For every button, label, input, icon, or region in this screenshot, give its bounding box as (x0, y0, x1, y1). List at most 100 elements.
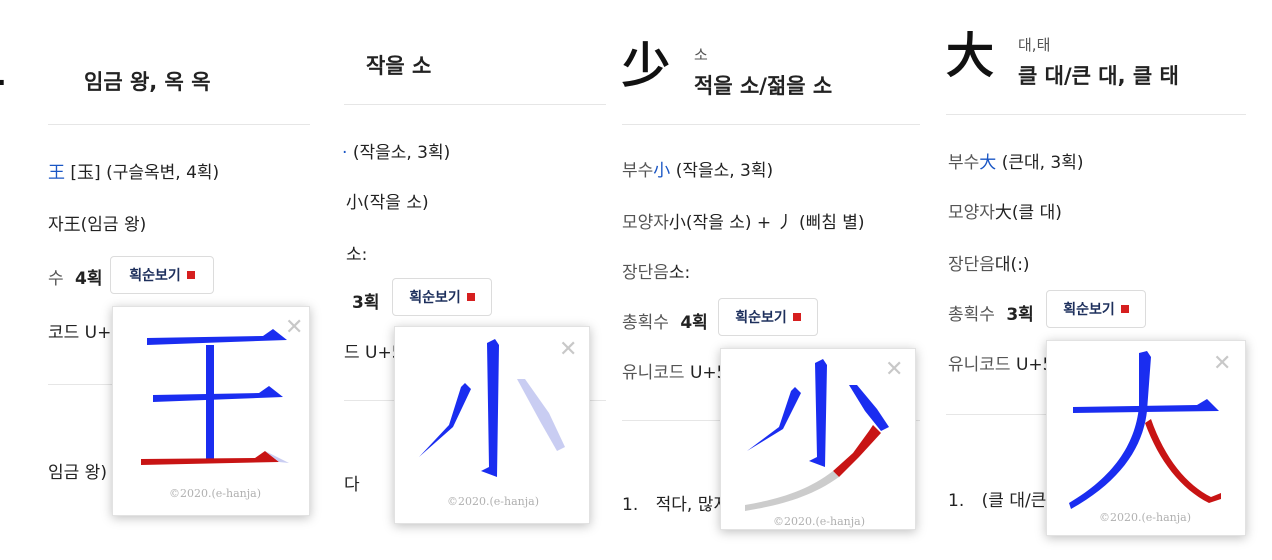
stroke-order-popup: ✕ ©2020.(e-hanja) (720, 348, 916, 530)
hanja-glyph: 大 (946, 28, 995, 84)
red-square-icon (1120, 305, 1129, 313)
hanja-title: 임금 왕, 옥 옥 (84, 70, 211, 94)
stroke-order-popup: ✕ ©2020.(e-hanja) (112, 306, 310, 516)
hanja-glyph-cut: - (0, 58, 6, 102)
radical-info: (작을소, 3획) (352, 143, 451, 163)
panel-wang: - 임금 왕, 옥 옥 王 [玉] (구슬옥변, 4획) 자王(임금 왕) 수 … (0, 0, 330, 560)
stroke-order-popup: ✕ ©2020.(e-hanja) (394, 326, 590, 524)
divider (344, 104, 606, 105)
red-square-icon (186, 271, 195, 279)
stroke-animation (141, 329, 289, 465)
radical-info: (큰대, 3획) (1001, 153, 1084, 173)
stroke-4 (833, 425, 881, 477)
hanja-title: 클 대/큰 대, 클 태 (1018, 64, 1179, 88)
long-short-row: 장단음소: (622, 258, 690, 283)
strokes-value: 3획 (352, 293, 380, 313)
strokes-value: 3획 (1006, 305, 1034, 325)
meaning-row: 다 (344, 475, 360, 495)
divider (48, 124, 310, 125)
stroke-3 (206, 345, 214, 461)
strokes-value: 4획 (680, 313, 708, 333)
strokes-row: 총획수 3획 (948, 300, 1034, 325)
divider (946, 114, 1246, 115)
unicode-label: 유니코드 (948, 355, 1011, 375)
long-short-value: 대(:) (994, 255, 1030, 275)
radical-row: 부수小 (작을소, 3획) (622, 156, 773, 181)
shape-value: 小(작을 소) + 丿 (삐침 별) (668, 213, 865, 233)
panel-so-small: 작을 소 · (작을소, 3획) 小(작을 소) 소: 3획 획순보기 드 U+… (330, 0, 610, 560)
copyright: ©2020.(e-hanja) (447, 495, 539, 508)
long-short-row: 소: (346, 245, 368, 265)
meaning-text: (클 대/큰 (981, 491, 1047, 511)
unicode-row: 유니코드 U+5 (948, 350, 1053, 375)
stroke-2 (747, 387, 801, 451)
close-icon[interactable]: ✕ (559, 339, 577, 361)
copyright: ©2020.(e-hanja) (773, 515, 865, 528)
panel-dae: 大 대,태 클 대/큰 대, 클 태 부수大 (큰대, 3획) 모양자大(클 대… (932, 0, 1272, 560)
stroke-order-button[interactable]: 획순보기 (718, 298, 818, 336)
meaning-row: 1. 적다, 많지 (622, 490, 729, 515)
stroke-order-button[interactable]: 획순보기 (392, 278, 492, 316)
hanja-glyph: 少 (622, 38, 671, 94)
radical-label: 부수 (948, 153, 980, 173)
strokes-label: 총획수 (622, 313, 669, 333)
shape-row: 자王(임금 왕) (48, 215, 147, 235)
unicode-row: 유니코드 U+5 (622, 358, 727, 383)
stroke-order-label: 획순보기 (409, 290, 461, 306)
shape-row: 小(작을 소) (346, 193, 429, 213)
stroke-order-label: 획순보기 (735, 310, 787, 326)
meaning-text: 적다, 많지 (655, 495, 730, 515)
shape-value: 大(클 대) (994, 203, 1062, 223)
stroke-1 (481, 339, 499, 477)
stroke-order-button[interactable]: 획순보기 (110, 256, 214, 294)
stroke-1 (809, 359, 827, 467)
strokes-row: 총획수 4획 (622, 308, 708, 333)
shape-row: 모양자小(작을 소) + 丿 (삐침 별) (622, 208, 865, 233)
radical-row: 부수大 (큰대, 3획) (948, 148, 1084, 173)
unicode-label: 유니코드 (622, 363, 685, 383)
stroke-order-popup: ✕ ©2020.(e-hanja) (1046, 340, 1246, 536)
radical-link-cut[interactable]: · (342, 143, 347, 163)
hanja-title: 작을 소 (366, 54, 432, 78)
stroke-guide (745, 471, 839, 511)
meaning-number: 1. (948, 491, 965, 511)
close-icon[interactable]: ✕ (285, 317, 303, 339)
long-short-row: 장단음대(:) (948, 250, 1030, 275)
reading: 대,태 (1018, 36, 1051, 54)
meaning-row: 1. (클 대/큰 (948, 486, 1046, 511)
red-square-icon (466, 293, 475, 301)
stroke-3 (849, 385, 889, 431)
close-icon[interactable]: ✕ (885, 359, 903, 381)
reading: 소 (694, 46, 708, 64)
stroke-3 (1145, 419, 1221, 503)
long-short-value: 소: (668, 263, 691, 283)
hanja-title: 적을 소/젊을 소 (694, 74, 833, 98)
red-square-icon (792, 313, 801, 321)
stroke-3 (517, 379, 565, 451)
long-short-label: 장단음 (948, 255, 995, 275)
radical-link[interactable]: 王 (48, 163, 65, 183)
strokes-label: 수 (48, 269, 64, 289)
close-icon[interactable]: ✕ (1213, 353, 1231, 375)
shape-label: 모양자 (622, 213, 669, 233)
meaning-number: 1. (622, 495, 639, 515)
radical-info: (작을소, 3획) (675, 161, 774, 181)
stroke-order-button[interactable]: 획순보기 (1046, 290, 1146, 328)
strokes-value: 4획 (75, 269, 103, 289)
copyright: ©2020.(e-hanja) (1099, 511, 1191, 524)
divider (622, 124, 920, 125)
radical-label: 부수 (622, 161, 654, 181)
radical-link[interactable]: 大 (979, 153, 996, 173)
shape-row: 모양자大(클 대) (948, 198, 1062, 223)
stroke-order-label: 획순보기 (1063, 302, 1115, 318)
panel-so-few: 少 소 적을 소/젊을 소 부수小 (작을소, 3획) 모양자小(작을 소) +… (610, 0, 932, 560)
meaning-row: 임금 왕) (48, 463, 107, 483)
stroke-order-label: 획순보기 (129, 268, 181, 284)
stroke-1 (147, 329, 287, 345)
radical-link[interactable]: 小 (653, 161, 670, 181)
radical-row: 王 [玉] (구슬옥변, 4획) (48, 158, 219, 183)
shape-label: 모양자 (948, 203, 995, 223)
stroke-2 (1069, 351, 1151, 509)
radical-info: [玉] (구슬옥변, 4획) (70, 163, 220, 183)
stroke-2 (153, 386, 283, 402)
